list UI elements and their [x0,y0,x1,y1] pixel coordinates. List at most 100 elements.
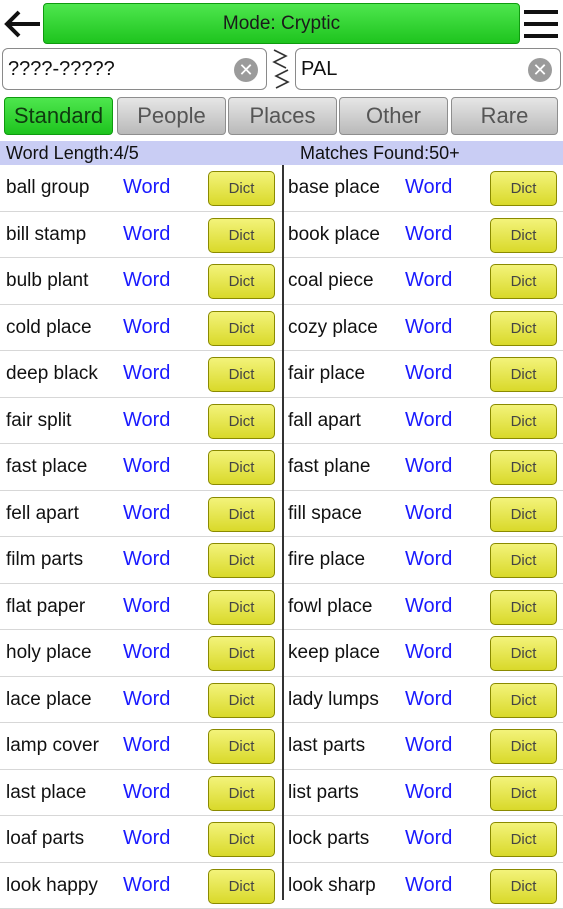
word-link[interactable]: Word [123,223,170,246]
tab-rare[interactable]: Rare [451,97,558,135]
result-phrase: last parts [288,735,365,757]
dict-button[interactable]: Dict [208,869,275,904]
result-item: base placeWordDict [284,165,563,211]
word-link[interactable]: Word [123,548,170,571]
dict-button[interactable]: Dict [208,590,275,625]
result-phrase: last place [6,782,86,804]
hamburger-bar [524,22,558,26]
word-link[interactable]: Word [123,176,170,199]
dict-button[interactable]: Dict [490,311,557,346]
word-link[interactable]: Word [405,223,452,246]
word-link[interactable]: Word [123,595,170,618]
dict-button[interactable]: Dict [208,729,275,764]
dict-button[interactable]: Dict [208,450,275,485]
dict-button[interactable]: Dict [208,776,275,811]
dict-button[interactable]: Dict [490,404,557,439]
dict-button[interactable]: Dict [490,497,557,532]
word-link[interactable]: Word [405,548,452,571]
dict-button[interactable]: Dict [490,171,557,206]
dict-button[interactable]: Dict [208,311,275,346]
result-item: lock partsWordDict [284,816,563,862]
dict-button[interactable]: Dict [490,357,557,392]
dict-button[interactable]: Dict [208,683,275,718]
word-link[interactable]: Word [405,176,452,199]
word-link[interactable]: Word [405,734,452,757]
result-item: bulb plant Word Dict [0,258,282,304]
word-link[interactable]: Word [123,734,170,757]
tab-places[interactable]: Places [228,97,337,135]
dict-button[interactable]: Dict [208,404,275,439]
word-link[interactable]: Word [405,688,452,711]
clear-pattern-button[interactable]: ✕ [234,58,258,82]
letters-input[interactable]: PAL ✕ [295,48,561,90]
word-link[interactable]: Word [123,641,170,664]
dict-button[interactable]: Dict [490,218,557,253]
word-link[interactable]: Word [405,502,452,525]
result-item: loaf parts Word Dict [0,816,282,862]
word-link[interactable]: Word [405,781,452,804]
word-link[interactable]: Word [123,827,170,850]
dict-button[interactable]: Dict [490,729,557,764]
word-link[interactable]: Word [405,641,452,664]
word-link[interactable]: Word [405,362,452,385]
result-phrase: list parts [288,782,359,804]
result-phrase: fire place [288,549,365,571]
result-phrase: bill stamp [6,224,86,246]
tab-people[interactable]: People [117,97,226,135]
word-link[interactable]: Word [405,455,452,478]
result-phrase: fell apart [6,503,79,525]
word-link[interactable]: Word [123,362,170,385]
tab-standard[interactable]: Standard [4,97,113,135]
word-link[interactable]: Word [123,409,170,432]
dict-button[interactable]: Dict [490,776,557,811]
dict-button[interactable]: Dict [490,590,557,625]
dict-button[interactable]: Dict [208,264,275,299]
result-phrase: loaf parts [6,828,84,850]
dict-button[interactable]: Dict [208,543,275,578]
word-link[interactable]: Word [405,269,452,292]
dict-button[interactable]: Dict [208,171,275,206]
dict-button[interactable]: Dict [490,543,557,578]
tab-other[interactable]: Other [339,97,448,135]
result-phrase: look sharp [288,875,376,897]
result-phrase: holy place [6,642,92,664]
word-link[interactable]: Word [405,827,452,850]
word-link[interactable]: Word [123,269,170,292]
word-link[interactable]: Word [123,688,170,711]
menu-button[interactable] [520,4,562,44]
dict-button[interactable]: Dict [208,218,275,253]
result-phrase: coal piece [288,270,374,292]
dict-button[interactable]: Dict [208,822,275,857]
word-link[interactable]: Word [123,874,170,897]
result-item: fair placeWordDict [284,351,563,397]
matches-found-label: Matches Found:50+ [300,143,460,164]
word-link[interactable]: Word [405,316,452,339]
dict-button[interactable]: Dict [490,450,557,485]
word-link[interactable]: Word [123,781,170,804]
dict-button[interactable]: Dict [490,822,557,857]
dict-button[interactable]: Dict [490,869,557,904]
dict-button[interactable]: Dict [490,683,557,718]
word-link[interactable]: Word [123,502,170,525]
mode-button[interactable]: Mode: Cryptic [43,3,520,44]
dict-button[interactable]: Dict [208,357,275,392]
result-item: look sharp Word Dict [284,863,563,909]
dict-button[interactable]: Dict [490,636,557,671]
word-link[interactable]: Word [405,874,452,897]
result-phrase: flat paper [6,596,85,618]
dict-button[interactable]: Dict [490,264,557,299]
result-item: lady lumps Word Dict [284,677,563,723]
clear-letters-button[interactable]: ✕ [528,58,552,82]
dict-button[interactable]: Dict [208,497,275,532]
back-button[interactable] [2,4,44,44]
word-link[interactable]: Word [405,595,452,618]
word-link[interactable]: Word [123,316,170,339]
word-link[interactable]: Word [405,409,452,432]
result-phrase: lady lumps [288,689,379,711]
result-item: holy place Word Dict [0,630,282,676]
result-phrase: bulb plant [6,270,88,292]
swap-button[interactable] [266,46,296,92]
pattern-input[interactable]: ????-????? ✕ [2,48,267,90]
word-link[interactable]: Word [123,455,170,478]
dict-button[interactable]: Dict [208,636,275,671]
